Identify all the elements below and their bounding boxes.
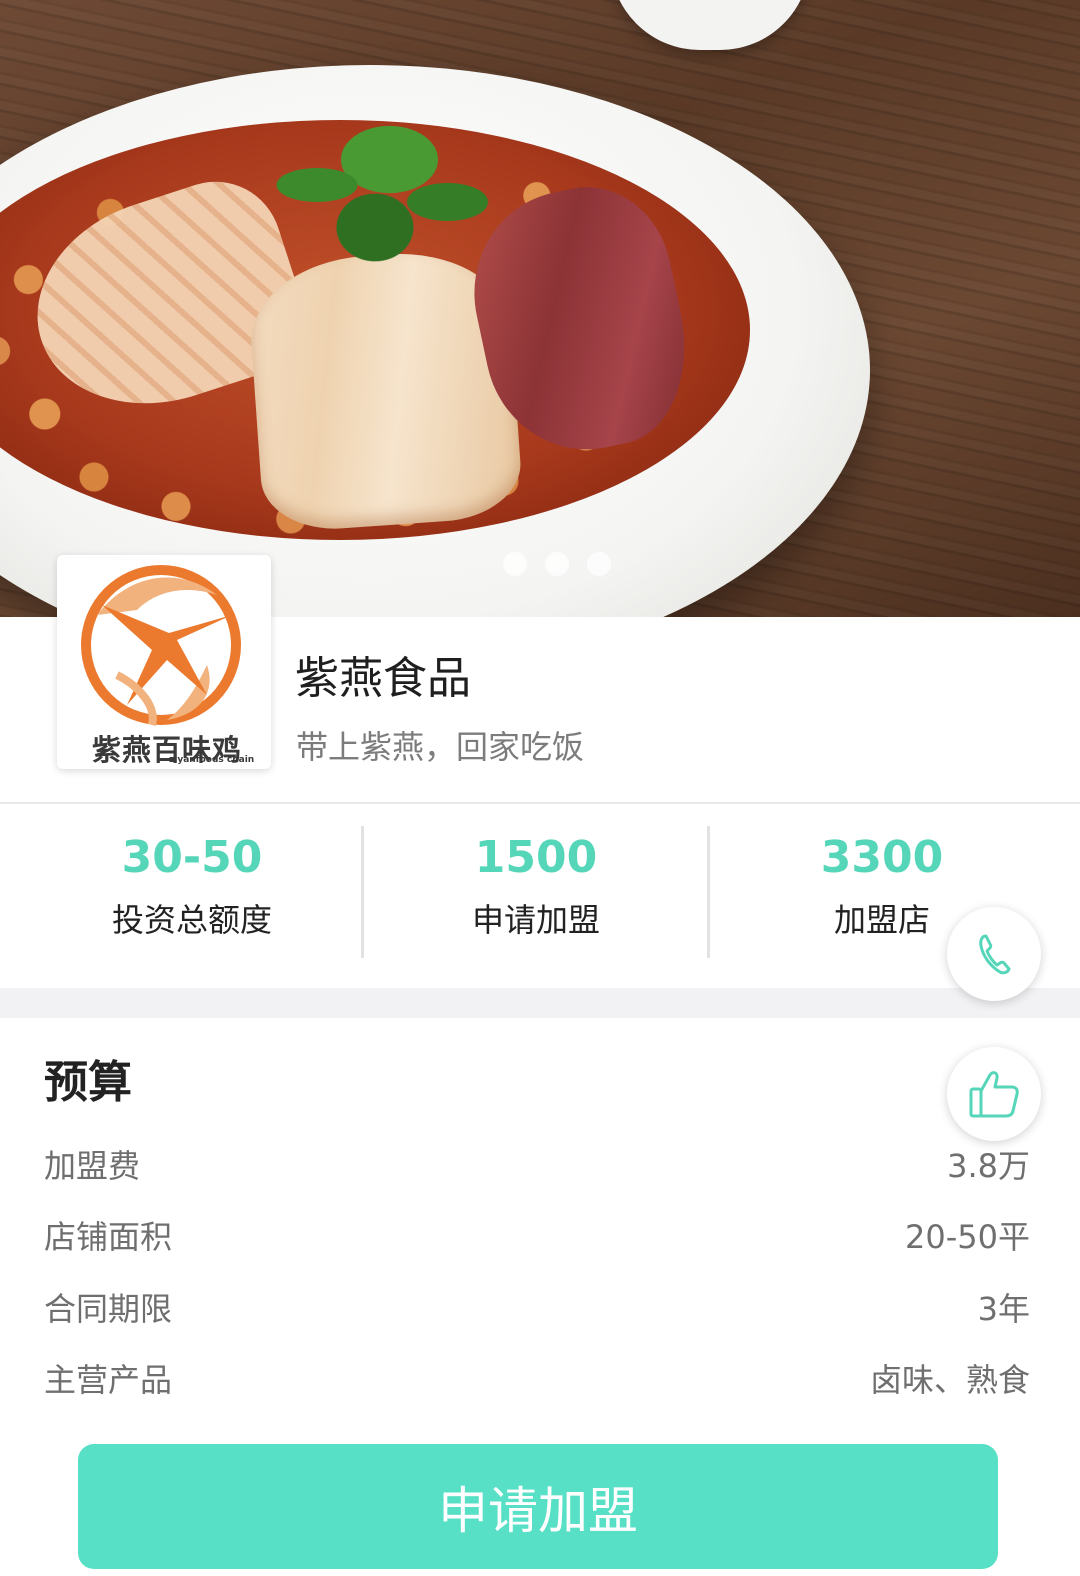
logo-subtext: ziyanfoods chain [169,755,255,765]
brand-slogan: 带上紫燕，回家吃饭 [296,728,585,766]
like-button[interactable] [947,1047,1041,1141]
stat-applications: 1500 申请加盟 [366,828,706,940]
budget-row-label: 合同期限 [44,1290,173,1328]
budget-row-label: 主营产品 [44,1361,173,1399]
budget-row-value: 20-50平 [905,1218,1030,1256]
brand-name: 紫燕食品 [295,653,471,704]
stat-divider [361,826,364,958]
carousel-indicator [503,552,611,576]
apply-franchise-button[interactable]: 申请加盟 [78,1444,998,1569]
stat-label: 申请加盟 [471,901,600,939]
divider [0,802,1080,804]
stat-value: 30-50 [121,832,263,883]
carousel-dot[interactable] [587,552,611,576]
budget-row-label: 店铺面积 [44,1218,173,1256]
stat-value: 3300 [820,832,944,883]
stat-investment: 30-50 投资总额度 [22,828,362,940]
phone-icon [979,934,1011,975]
carousel-dot[interactable] [545,552,569,576]
budget-row-label: 加盟费 [44,1147,141,1185]
stat-divider [707,826,710,958]
hero-banner[interactable] [0,0,1080,617]
stat-label: 投资总额度 [111,901,272,939]
section-spacer [0,988,1080,1018]
thumbs-up-icon [969,1071,1019,1118]
carousel-dot[interactable] [503,552,527,576]
brand-logo: 紫燕百味鸡 ziyanfoods chain [57,555,271,769]
stat-value: 1500 [474,832,598,883]
budget-row-value: 3.8万 [947,1147,1030,1185]
call-button[interactable] [947,907,1041,1001]
cilantro-garnish-image [230,100,520,270]
budget-row-value: 3年 [977,1290,1030,1328]
budget-row-value: 卤味、熟食 [869,1361,1030,1399]
sauce-dish-image [610,0,810,50]
budget-title: 预算 [44,1057,132,1108]
